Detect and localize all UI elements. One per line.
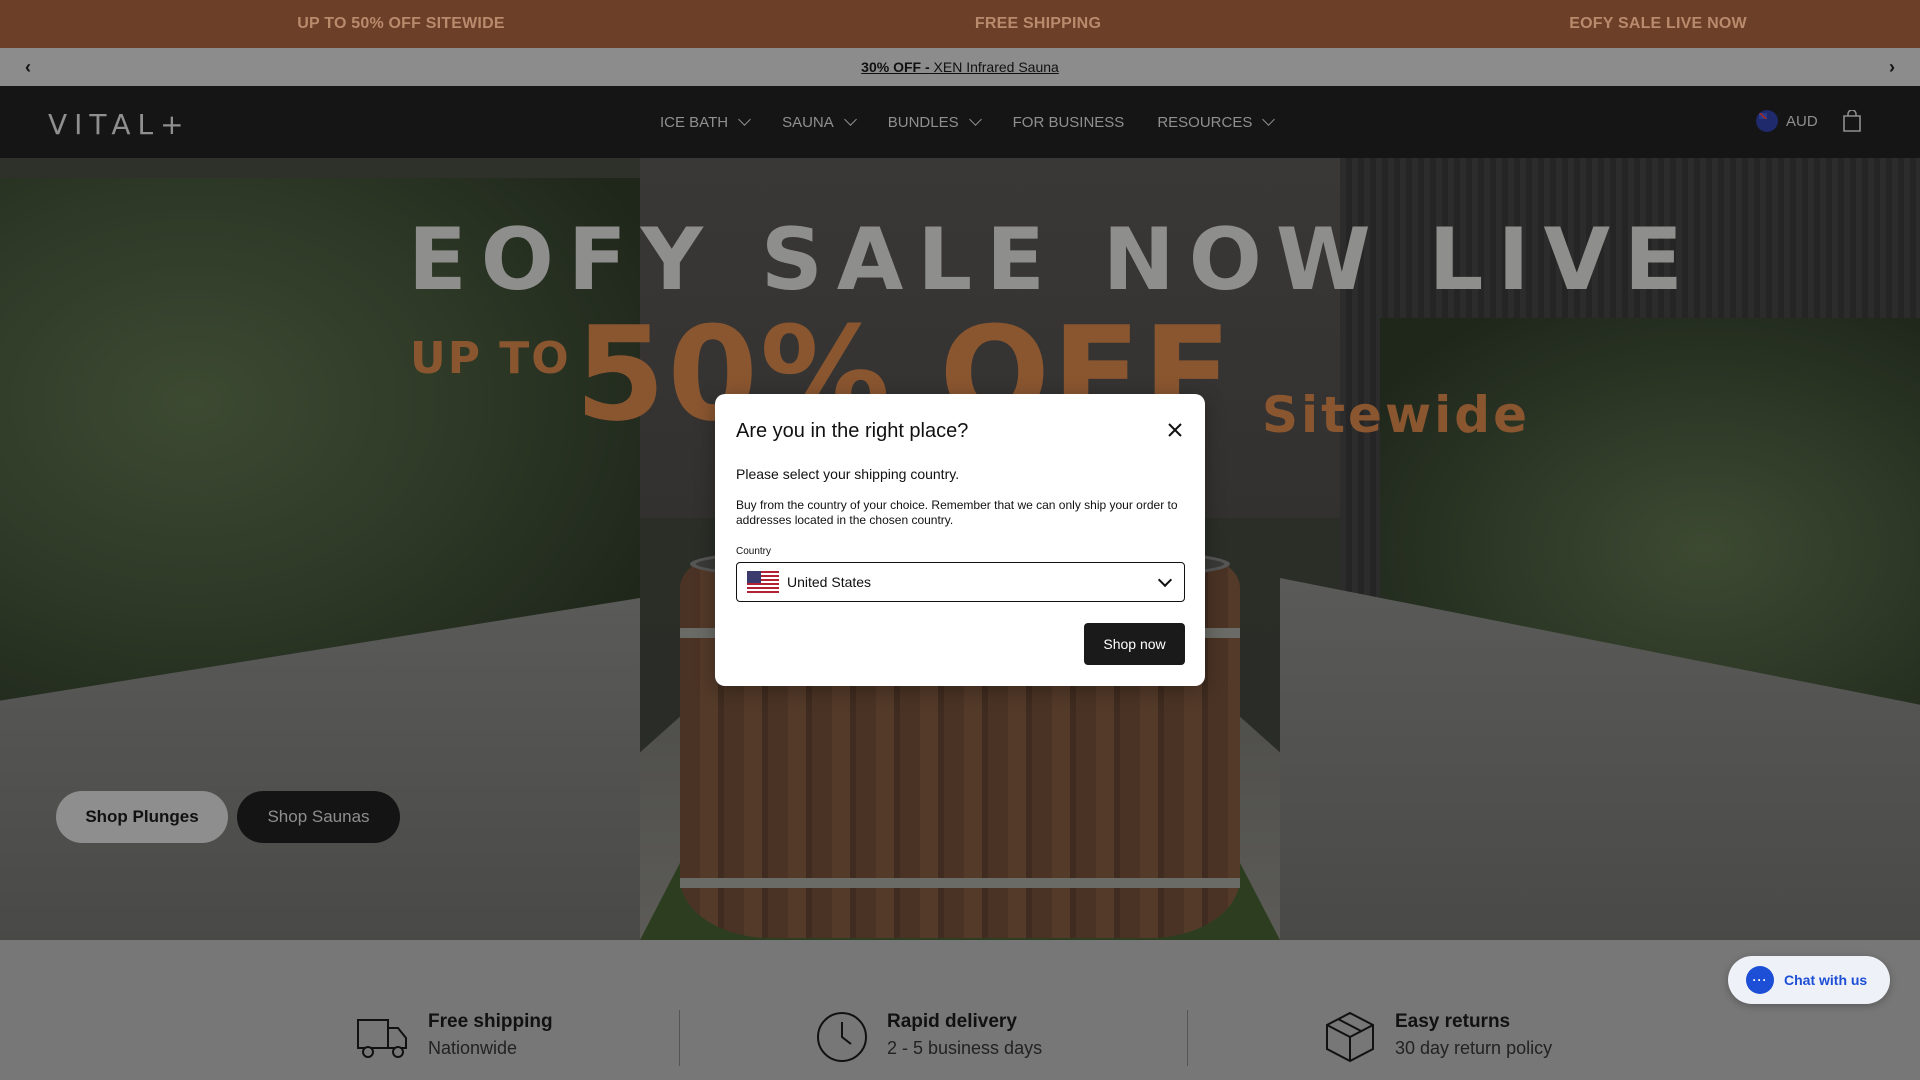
shop-now-button[interactable]: Shop now: [1084, 623, 1185, 665]
announcement-bold: 30% OFF -: [861, 59, 930, 75]
nav-item-for-business[interactable]: FOR BUSINESS: [1013, 114, 1125, 131]
feature-subtitle: 2 - 5 business days: [887, 1038, 1043, 1058]
modal-body: Buy from the country of your choice. Rem…: [736, 498, 1178, 527]
promo-item: UP TO 50% OFF SITEWIDE: [297, 15, 505, 32]
nav-item-bundles[interactable]: BUNDLES: [887, 113, 982, 131]
chat-label: Chat with us: [1784, 972, 1868, 988]
feature-rapid-delivery: Rapid delivery 2 - 5 business days: [815, 1010, 1042, 1064]
nav-item-ice-bath[interactable]: ICE BATH: [660, 113, 751, 131]
feature-text: Free shipping Nationwide: [428, 1010, 553, 1062]
chevron-down-icon: [1157, 572, 1173, 588]
australia-flag-icon: [1756, 110, 1778, 132]
promo-item: EOFY SALE LIVE NOW: [1569, 15, 1747, 32]
promo-bar: UP TO 50% OFF SITEWIDE FREE SHIPPING EOF…: [0, 0, 1920, 48]
country-value: United States: [787, 574, 872, 590]
modal-title: Are you in the right place?: [736, 420, 969, 442]
chat-bubble-icon: ···: [1746, 966, 1774, 994]
site-header: VITAL+ ICE BATH SAUNA BUNDLES FOR BUSINE…: [0, 86, 1920, 158]
hero-headline: EOFY SALE NOW LIVE: [408, 210, 1697, 310]
chevron-down-icon: [968, 113, 982, 126]
chevron-right-icon[interactable]: ›: [1881, 56, 1903, 78]
chat-widget-button[interactable]: ··· Chat with us: [1728, 956, 1890, 1004]
currency-selector[interactable]: AUD: [1756, 110, 1818, 132]
feature-title: Free shipping: [428, 1011, 553, 1032]
nav-item-label: RESOURCES: [1157, 113, 1253, 131]
main-nav: ICE BATH SAUNA BUNDLES FOR BUSINESS RESO…: [660, 86, 1306, 158]
country-selector-modal: Are you in the right place? Please selec…: [715, 394, 1205, 686]
shop-saunas-button[interactable]: Shop Saunas: [237, 791, 400, 843]
truck-icon: [357, 1019, 407, 1058]
modal-subtitle: Please select your shipping country.: [736, 466, 960, 482]
feature-subtitle: Nationwide: [428, 1038, 518, 1058]
features-strip: Free shipping Nationwide Rapid delivery …: [0, 940, 1920, 1080]
promo-item: FREE SHIPPING: [974, 15, 1102, 32]
hero-sitewide: Sitewide: [1262, 386, 1530, 444]
chevron-down-icon: [843, 113, 857, 126]
shop-plunges-button[interactable]: Shop Plunges: [56, 791, 228, 843]
us-flag-icon: [747, 571, 779, 593]
hero-up-to: UP TO: [410, 333, 571, 384]
feature-divider: [1187, 1010, 1188, 1066]
announcement-link[interactable]: 30% OFF - XEN Infrared Sauna: [861, 59, 1059, 75]
country-label: Country: [736, 546, 772, 557]
nav-item-label: BUNDLES: [887, 113, 959, 131]
nav-item-label: FOR BUSINESS: [1012, 113, 1125, 131]
announcement-bar: ‹ 30% OFF - XEN Infrared Sauna ›: [0, 48, 1920, 86]
feature-subtitle: 30 day return policy: [1395, 1038, 1553, 1058]
feature-title: Easy returns: [1395, 1011, 1511, 1032]
nav-item-label: ICE BATH: [660, 113, 729, 131]
chevron-down-icon: [738, 113, 751, 126]
nav-item-resources[interactable]: RESOURCES: [1157, 113, 1276, 131]
feature-easy-returns: Easy returns 30 day return policy: [1323, 1010, 1552, 1064]
currency-label: AUD: [1786, 112, 1818, 130]
tub-band: [680, 878, 1240, 888]
chevron-left-icon[interactable]: ‹: [17, 56, 39, 78]
feature-text: Rapid delivery 2 - 5 business days: [887, 1010, 1042, 1062]
clock-icon: [817, 1012, 867, 1062]
nav-item-sauna[interactable]: SAUNA: [782, 113, 857, 131]
box-icon: [1326, 1011, 1374, 1063]
feature-free-shipping: Free shipping Nationwide: [356, 1010, 553, 1064]
announcement-text: XEN Infrared Sauna: [929, 59, 1059, 75]
logo[interactable]: VITAL+: [48, 108, 191, 141]
feature-title: Rapid delivery: [887, 1011, 1017, 1032]
feature-text: Easy returns 30 day return policy: [1395, 1010, 1552, 1062]
shopping-bag-icon[interactable]: [1842, 110, 1862, 132]
country-select[interactable]: United States: [736, 562, 1185, 602]
close-icon[interactable]: [1165, 420, 1185, 440]
nav-item-label: SAUNA: [782, 113, 834, 131]
chevron-down-icon: [1262, 113, 1276, 126]
feature-divider: [679, 1010, 680, 1066]
